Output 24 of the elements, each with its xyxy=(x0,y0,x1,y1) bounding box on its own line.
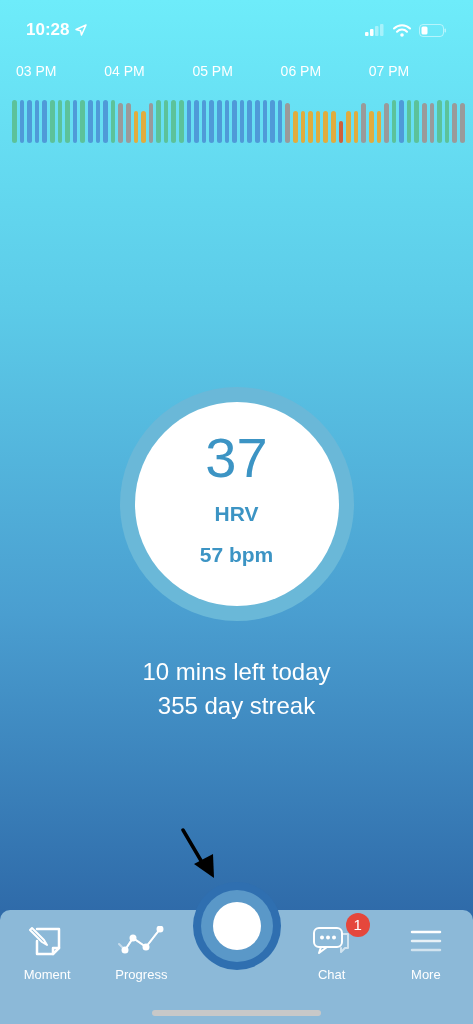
time-label: 03 PM xyxy=(16,62,58,81)
line-chart-icon xyxy=(117,926,166,956)
summary-text: 10 mins left today xyxy=(142,657,331,687)
chat-bubbles-icon xyxy=(311,926,352,956)
battery-icon xyxy=(419,23,447,37)
nav-tab[interactable]: Moment xyxy=(0,910,95,1024)
nav-tab[interactable]: More xyxy=(378,910,473,1024)
nav-tab[interactable]: Progress xyxy=(94,910,189,1024)
unread-badge: 1 xyxy=(345,913,370,937)
menu-icon xyxy=(409,930,442,952)
hrv-value: 37 xyxy=(205,429,268,486)
heart-rate: 57 bpm xyxy=(199,542,274,568)
time-label: 04 PM xyxy=(104,62,146,81)
location-arrow-icon xyxy=(75,24,88,36)
wifi-icon xyxy=(393,23,411,37)
summary-text: 355 day streak xyxy=(157,691,316,721)
status-time: 10:28 xyxy=(26,19,70,42)
time-label: 05 PM xyxy=(192,62,234,81)
hrv-label: HRV xyxy=(214,500,259,527)
time-label: 07 PM xyxy=(368,62,411,81)
signal-icon xyxy=(365,24,385,36)
time-label: 06 PM xyxy=(280,62,323,81)
arrow-icon xyxy=(180,828,216,880)
start-session-button[interactable] xyxy=(200,890,273,962)
